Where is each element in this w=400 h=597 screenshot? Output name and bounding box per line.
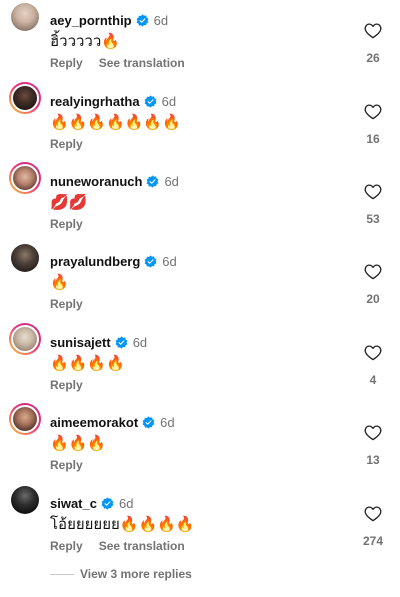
like-control: 16 — [358, 103, 388, 146]
heart-icon[interactable] — [364, 424, 382, 441]
comment-item: prayalundberg 6d 🔥 Reply 20 — [0, 241, 400, 321]
username[interactable]: aimeemorakot — [50, 415, 138, 430]
avatar[interactable] — [9, 162, 41, 194]
avatar-icon — [11, 164, 39, 192]
comment-item: nuneworanuch 6d 💋💋 Reply 53 — [0, 161, 400, 241]
comment-header: realyingrhatha 6d — [50, 93, 176, 109]
reply-button[interactable]: Reply — [50, 539, 83, 553]
reply-button[interactable]: Reply — [50, 217, 83, 231]
heart-icon[interactable] — [364, 263, 382, 280]
avatar-icon — [11, 325, 39, 353]
reply-button[interactable]: Reply — [50, 458, 83, 472]
timestamp: 6d — [164, 173, 179, 189]
comment-actions: Reply — [50, 137, 83, 151]
comment-item: aey_pornthip 6d ฮิ้ววววว🔥 Reply See tran… — [0, 0, 400, 80]
comment-header: siwat_c 6d — [50, 495, 133, 511]
like-count: 20 — [366, 292, 380, 306]
username[interactable]: prayalundberg — [50, 254, 140, 269]
like-control: 13 — [358, 424, 388, 467]
reply-button[interactable]: Reply — [50, 137, 83, 151]
avatar-icon — [11, 84, 39, 112]
comment-text: 🔥🔥🔥 — [50, 435, 107, 452]
like-count: 4 — [369, 373, 377, 387]
heart-icon[interactable] — [364, 103, 382, 120]
see-translation-button[interactable]: See translation — [99, 539, 185, 553]
username[interactable]: nuneworanuch — [50, 174, 142, 189]
verified-badge-icon — [136, 13, 149, 27]
comment-item: aimeemorakot 6d 🔥🔥🔥 Reply 13 — [0, 402, 400, 482]
verified-badge-icon — [115, 335, 128, 349]
heart-icon[interactable] — [364, 344, 382, 361]
comment-text: 🔥🔥🔥🔥🔥🔥🔥 — [50, 114, 181, 131]
like-control: 4 — [358, 344, 388, 387]
reply-button[interactable]: Reply — [50, 378, 83, 392]
comment-text: 💋💋 — [50, 194, 88, 211]
avatar-icon — [11, 486, 39, 514]
timestamp: 6d — [153, 12, 169, 28]
reply-button[interactable]: Reply — [50, 297, 83, 311]
like-control: 26 — [358, 22, 388, 65]
comment-header: aimeemorakot 6d — [50, 414, 175, 430]
avatar[interactable] — [9, 323, 41, 355]
comment-header: aey_pornthip 6d — [50, 12, 168, 28]
username[interactable]: realyingrhatha — [50, 94, 140, 109]
like-count: 274 — [362, 534, 384, 548]
avatar-icon — [11, 244, 39, 272]
comment-header: nuneworanuch 6d — [50, 173, 179, 189]
comment-item: sunisajett 6d 🔥🔥🔥🔥 Reply 4 — [0, 322, 400, 402]
comment-actions: Reply — [50, 217, 83, 231]
comment-item: siwat_c 6d โอ้ยยยยยย🔥🔥🔥🔥 Reply See trans… — [0, 483, 400, 563]
comment-header: prayalundberg 6d — [50, 253, 177, 269]
like-count: 26 — [366, 51, 380, 65]
verified-badge-icon — [144, 94, 157, 108]
like-count: 53 — [366, 212, 380, 226]
comment-actions: Reply See translation — [50, 56, 185, 70]
comment-text: 🔥 — [50, 274, 69, 291]
heart-icon[interactable] — [364, 505, 382, 522]
like-control: 20 — [358, 263, 388, 306]
comment-text: ฮิ้ววววว🔥 — [50, 33, 120, 50]
like-control: 53 — [358, 183, 388, 226]
see-translation-button[interactable]: See translation — [99, 56, 185, 70]
heart-icon[interactable] — [364, 183, 382, 200]
replies-divider — [50, 573, 74, 575]
timestamp: 6d — [132, 334, 148, 350]
comment-text: 🔥🔥🔥🔥 — [50, 355, 125, 372]
avatar[interactable] — [9, 82, 41, 114]
verified-badge-icon — [101, 496, 114, 510]
verified-badge-icon — [142, 415, 155, 429]
like-count: 16 — [366, 132, 380, 146]
like-count: 13 — [366, 453, 380, 467]
verified-badge-icon — [146, 174, 159, 188]
comment-actions: Reply See translation — [50, 539, 185, 553]
username[interactable]: sunisajett — [50, 335, 111, 350]
comment-text: โอ้ยยยยยย🔥🔥🔥🔥 — [50, 516, 195, 533]
username[interactable]: siwat_c — [50, 496, 97, 511]
comment-actions: Reply — [50, 378, 83, 392]
verified-badge-icon — [144, 254, 157, 268]
like-control: 274 — [358, 505, 388, 548]
timestamp: 6d — [118, 495, 134, 511]
avatar[interactable] — [9, 242, 41, 274]
timestamp: 6d — [160, 414, 175, 430]
comment-item: realyingrhatha 6d 🔥🔥🔥🔥🔥🔥🔥 Reply 16 — [0, 81, 400, 161]
avatar[interactable] — [9, 403, 41, 435]
comment-actions: Reply — [50, 297, 83, 311]
timestamp: 6d — [162, 253, 177, 269]
avatar[interactable] — [9, 1, 41, 33]
username[interactable]: aey_pornthip — [50, 13, 132, 28]
avatar-icon — [11, 405, 39, 433]
timestamp: 6d — [161, 93, 177, 109]
view-more-replies-button[interactable]: View 3 more replies — [50, 567, 192, 581]
view-more-replies-label: View 3 more replies — [80, 567, 192, 581]
comment-header: sunisajett 6d — [50, 334, 147, 350]
heart-icon[interactable] — [364, 22, 382, 39]
comment-actions: Reply — [50, 458, 83, 472]
avatar[interactable] — [9, 484, 41, 516]
avatar-icon — [11, 3, 39, 31]
reply-button[interactable]: Reply — [50, 56, 83, 70]
